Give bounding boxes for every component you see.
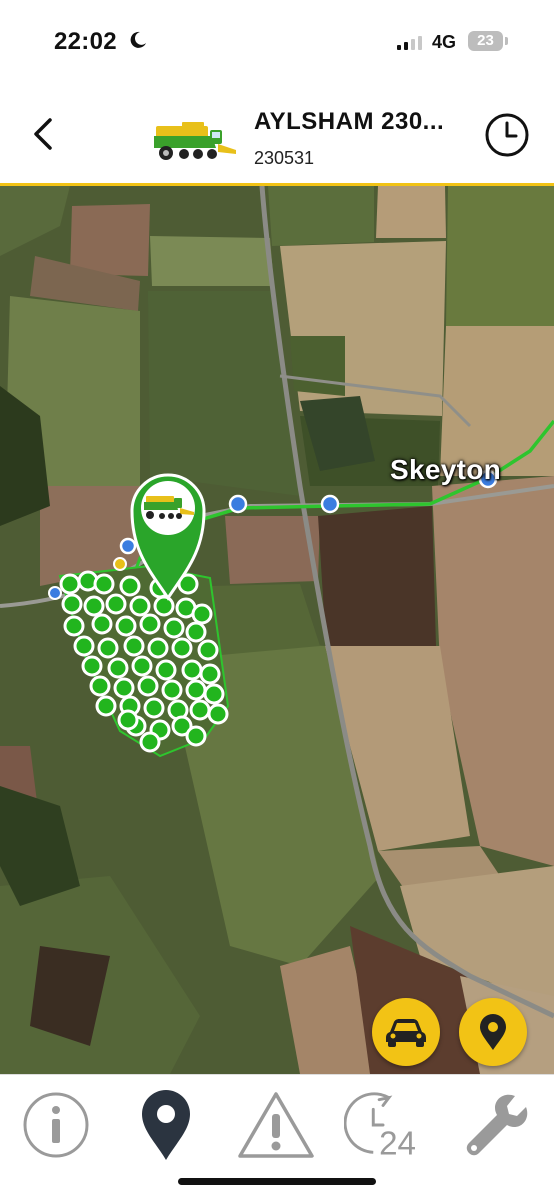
moon-icon [130, 31, 146, 48]
history-24-label: 24 [379, 1125, 416, 1161]
header: AYLSHAM 230... 230531 [0, 84, 554, 186]
nav-settings[interactable] [456, 1085, 536, 1165]
vehicle-id: 230531 [254, 148, 315, 168]
nav-location[interactable] [126, 1085, 206, 1165]
map-view[interactable]: Skeyton [0, 186, 554, 1074]
battery-tip [505, 37, 508, 45]
battery-icon: 23 [468, 31, 503, 51]
info-icon [23, 1092, 89, 1158]
chevron-left-icon[interactable] [26, 112, 62, 156]
combine-harvester-icon [154, 122, 236, 160]
pin-view-button[interactable] [459, 998, 527, 1066]
status-bar: 22:02 4G 23 [0, 0, 554, 84]
car-view-button[interactable] [372, 998, 440, 1066]
home-indicator [178, 1178, 376, 1185]
signal-icon [397, 34, 422, 50]
map-pin-icon [480, 1014, 506, 1050]
nav-alerts[interactable] [236, 1085, 316, 1165]
page-title: AYLSHAM 230... [254, 108, 445, 135]
nav-history-24[interactable]: 24 [344, 1085, 424, 1165]
nav-info[interactable] [16, 1085, 96, 1165]
location-pin-icon [142, 1090, 190, 1160]
satellite-imagery [0, 186, 554, 1074]
clock-icon[interactable] [484, 112, 530, 158]
status-time: 22:02 [54, 28, 117, 55]
map-place-label: Skeyton [390, 454, 502, 485]
car-icon [386, 1019, 426, 1047]
warning-icon [238, 1092, 314, 1158]
network-type: 4G [432, 32, 457, 52]
wrench-icon [466, 1094, 528, 1156]
history-24-icon: 24 [344, 1092, 416, 1161]
